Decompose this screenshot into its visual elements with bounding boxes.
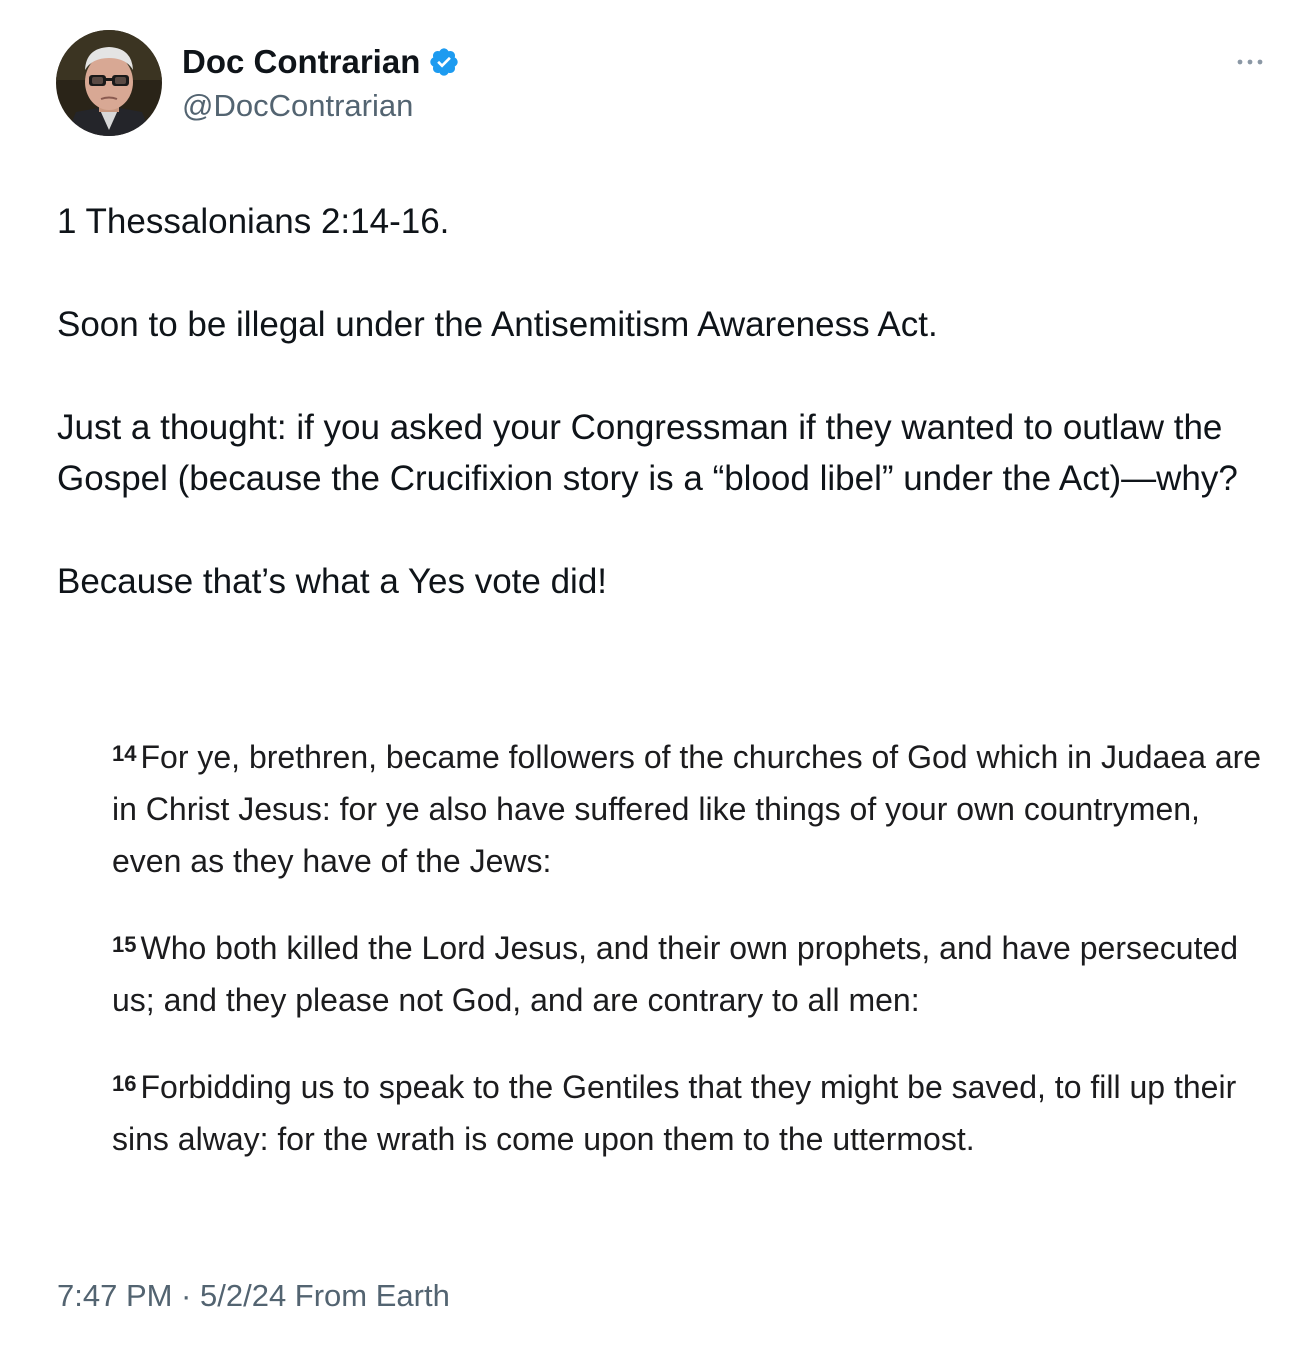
timestamp[interactable]: 7:47 PM · 5/2/24 From Earth [57, 1278, 450, 1314]
avatar[interactable] [56, 30, 162, 136]
verse-number: 15 [112, 932, 137, 957]
tweet-text: 1 Thessalonians 2:14-16. Soon to be ille… [57, 196, 1277, 659]
verse-number: 16 [112, 1071, 137, 1096]
handle[interactable]: @DocContrarian [182, 88, 460, 124]
attached-image-verses[interactable]: 14 For ye, brethren, became followers of … [112, 728, 1262, 1197]
name-row: Doc Contrarian [182, 40, 460, 84]
verse-number: 14 [112, 741, 137, 766]
verse-text: For ye, brethren, became followers of th… [112, 739, 1262, 879]
tweet: Doc Contrarian @DocContrarian 1 Thessalo… [0, 0, 1315, 1348]
tweet-paragraph: Soon to be illegal under the Antisemitis… [57, 305, 938, 344]
tweet-paragraph: Because that’s what a Yes vote did! [57, 562, 608, 601]
verse-text: Who both killed the Lord Jesus, and thei… [112, 930, 1239, 1018]
verse: 16 Forbidding us to speak to the Gentiles… [112, 1058, 1262, 1165]
tweet-paragraph: 1 Thessalonians 2:14-16. [57, 202, 450, 241]
verse: 15 Who both killed the Lord Jesus, and th… [112, 919, 1262, 1026]
tweet-paragraph: Just a thought: if you asked your Congre… [57, 408, 1238, 498]
more-options-icon[interactable] [1235, 52, 1265, 72]
display-name[interactable]: Doc Contrarian [182, 43, 420, 81]
author-info: Doc Contrarian @DocContrarian [182, 40, 460, 124]
verified-badge-icon[interactable] [428, 46, 460, 78]
verse-text: Forbidding us to speak to the Gentiles t… [112, 1069, 1237, 1157]
verse: 14 For ye, brethren, became followers of … [112, 728, 1262, 887]
